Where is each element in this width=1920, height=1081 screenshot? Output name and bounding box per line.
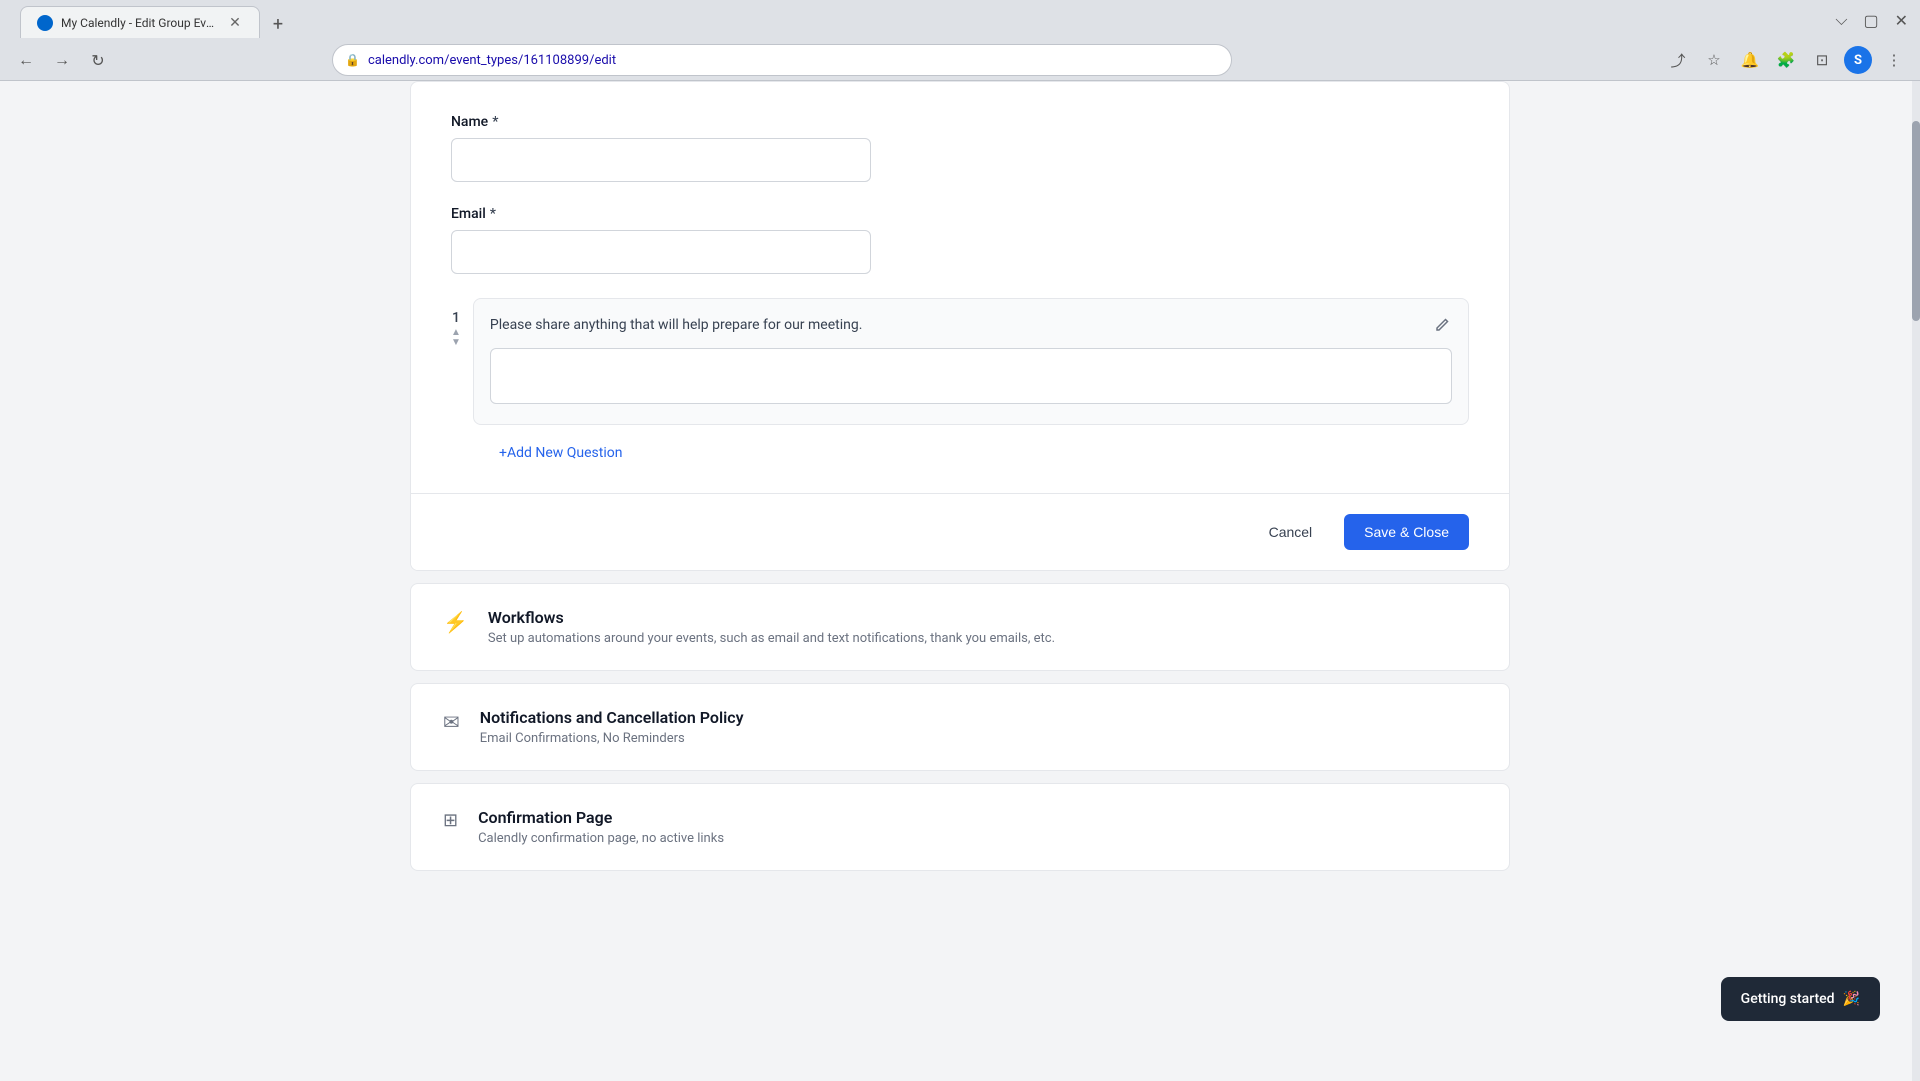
notification-icon[interactable]: 🔔 [1736, 46, 1764, 74]
bookmark-icon[interactable]: ☆ [1700, 46, 1728, 74]
notifications-section[interactable]: ✉ Notifications and Cancellation Policy … [410, 683, 1510, 771]
lightning-icon: ⚡ [443, 610, 468, 634]
workflows-title: Workflows [488, 608, 1477, 627]
close-icon[interactable]: ✕ [1895, 11, 1908, 30]
notifications-info: Notifications and Cancellation Policy Em… [480, 708, 1477, 746]
nav-refresh-button[interactable]: ↻ [84, 46, 112, 74]
name-field-group: Name * [451, 114, 1469, 182]
workflows-info: Workflows Set up automations around your… [488, 608, 1477, 646]
question-content: Please share anything that will help pre… [473, 298, 1469, 425]
share-icon[interactable]: ⤴ [1664, 46, 1692, 74]
arrow-down-icon: ▼ [451, 338, 461, 348]
form-card: Name * Email * 1 [410, 81, 1510, 571]
question-text: Please share anything that will help pre… [490, 315, 1452, 336]
nav-back-button[interactable]: ← [12, 46, 40, 74]
name-required-star: * [492, 114, 498, 130]
email-label: Email * [451, 206, 1469, 222]
add-icon: + [499, 445, 507, 461]
browser-action-buttons: ⤴ ☆ 🔔 🧩 ⊡ S ⋮ [1664, 46, 1908, 74]
email-required-star: * [490, 206, 496, 222]
browser-chrome: My Calendly - Edit Group Event ✕ + ⌵ ▢ ✕… [0, 0, 1920, 81]
form-inner: Name * Email * 1 [411, 82, 1509, 461]
workflows-desc: Set up automations around your events, s… [488, 631, 1477, 646]
question-number: 1 [452, 310, 460, 326]
name-label: Name * [451, 114, 1469, 130]
menu-icon[interactable]: ⋮ [1880, 46, 1908, 74]
confirmation-info: Confirmation Page Calendly confirmation … [478, 808, 1477, 846]
mail-icon: ✉ [443, 710, 460, 734]
edit-question-button[interactable] [1428, 311, 1456, 339]
scrollbar-track[interactable] [1912, 81, 1920, 1081]
profile-button[interactable]: S [1844, 46, 1872, 74]
scrollbar-thumb[interactable] [1912, 121, 1920, 321]
cancel-button[interactable]: Cancel [1253, 516, 1329, 548]
add-question-label: Add New Question [507, 445, 623, 461]
url-text: calendly.com/event_types/161108899/edit [368, 53, 1219, 68]
workflows-section[interactable]: ⚡ Workflows Set up automations around yo… [410, 583, 1510, 671]
email-field-group: Email * [451, 206, 1469, 274]
question-number-controls: 1 ▲ ▼ [451, 298, 461, 348]
split-view-icon[interactable]: ⊡ [1808, 46, 1836, 74]
browser-tab-active[interactable]: My Calendly - Edit Group Event ✕ [20, 6, 260, 38]
tab-close-btn[interactable]: ✕ [227, 15, 243, 31]
tab-title: My Calendly - Edit Group Event [61, 16, 219, 30]
tab-favicon [37, 15, 53, 31]
toast-label: Getting started [1741, 991, 1835, 1007]
security-lock-icon: 🔒 [345, 53, 360, 67]
nav-forward-button[interactable]: → [48, 46, 76, 74]
question-answer-input[interactable] [490, 348, 1452, 404]
name-input[interactable] [451, 138, 871, 182]
getting-started-toast[interactable]: Getting started 🎉 [1721, 977, 1880, 1021]
custom-question-block: 1 ▲ ▼ Please share anything that will he… [451, 298, 1469, 425]
extensions-icon[interactable]: 🧩 [1772, 46, 1800, 74]
save-close-button[interactable]: Save & Close [1344, 514, 1469, 550]
email-input[interactable] [451, 230, 871, 274]
maximize-icon[interactable]: ▢ [1863, 11, 1878, 30]
notifications-title: Notifications and Cancellation Policy [480, 708, 1477, 727]
main-container: Name * Email * 1 [410, 81, 1510, 883]
confirmation-title: Confirmation Page [478, 808, 1477, 827]
confirmation-icon: ⊞ [443, 810, 458, 831]
window-controls: ⌵ ▢ ✕ [1835, 10, 1908, 30]
notifications-desc: Email Confirmations, No Reminders [480, 731, 1477, 746]
confirmation-desc: Calendly confirmation page, no active li… [478, 831, 1477, 846]
page-content: Name * Email * 1 [0, 81, 1920, 1081]
confirmation-section[interactable]: ⊞ Confirmation Page Calendly confirmatio… [410, 783, 1510, 871]
minimize-icon[interactable]: ⌵ [1835, 10, 1847, 30]
toast-emoji: 🎉 [1843, 991, 1860, 1007]
action-buttons-row: Cancel Save & Close [411, 493, 1509, 570]
sort-arrows[interactable]: ▲ ▼ [451, 328, 461, 348]
add-new-question-link[interactable]: + Add New Question [451, 445, 1469, 461]
address-bar[interactable]: 🔒 calendly.com/event_types/161108899/edi… [332, 44, 1232, 76]
new-tab-button[interactable]: + [264, 10, 292, 38]
